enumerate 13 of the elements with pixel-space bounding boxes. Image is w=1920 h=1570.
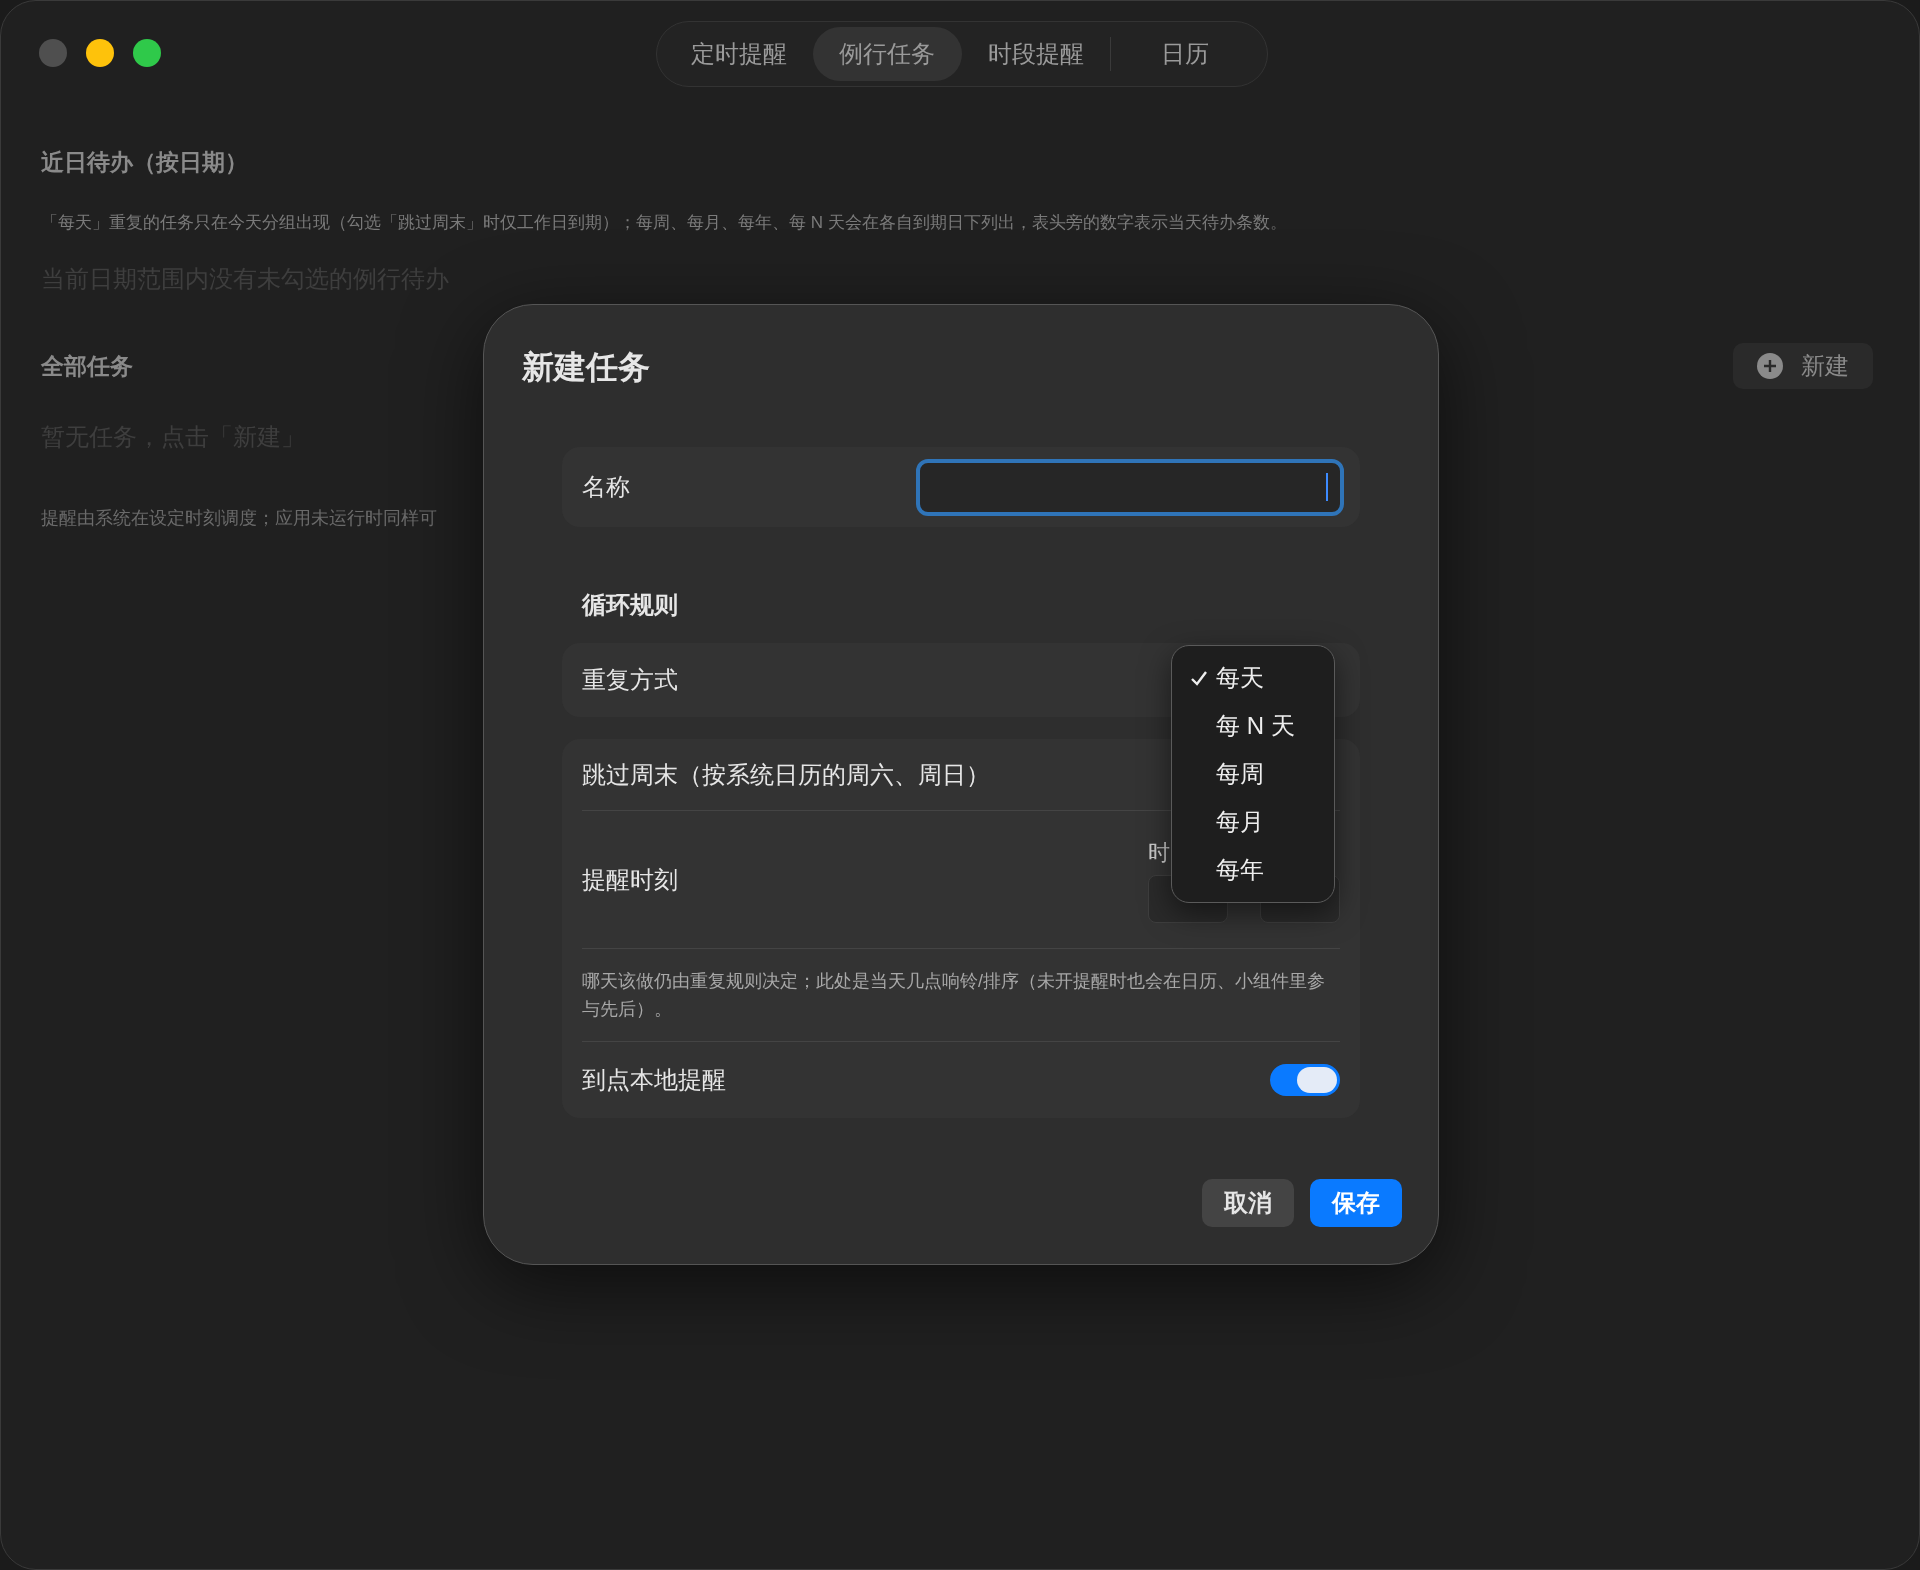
section-heading: 循环规则 [582,590,679,620]
field-label: 名称 [582,472,630,502]
section-title: 全部任务 [41,351,133,381]
footnote-text: 提醒由系统在设定时刻调度；应用未运行时同样可 [41,507,437,530]
field-label: 提醒时刻 [582,864,678,895]
description-text: 「每天」重复的任务只在今天分组出现（勾选「跳过周末」时仅工作日到期）；每周、每月、每年、每 N 天会在各自到期日下列出，表头旁的数字表示当天待办条数。 [41,211,1288,234]
note-text: 哪天该做仍由重复规则决定；此处是当天几点响铃/排序（未开提醒时也会在日历、小组件里参与先后）。 [582,970,1326,1021]
field-label: 跳过周末（按系统日历的周六、周日） [582,759,990,790]
field-label: 到点本地提醒 [582,1065,726,1095]
section-title: 近日待办（按日期） [41,148,249,177]
field-label: 重复方式 [582,665,678,695]
dialog-title: 新建任务 [522,348,651,387]
hour-label: 时 [1148,839,1170,867]
